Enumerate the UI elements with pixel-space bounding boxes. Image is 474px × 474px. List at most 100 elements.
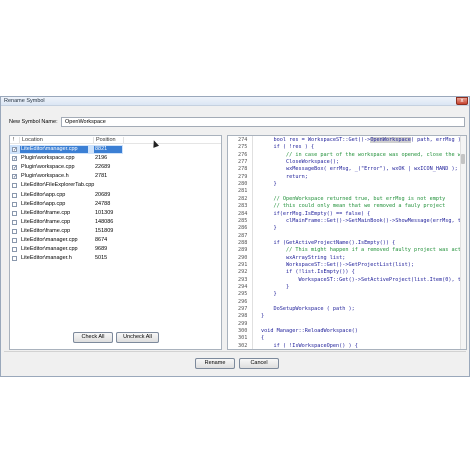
code-text: // this could only mean that we removed …: [261, 203, 445, 210]
row-location: Plugin\workspace.cpp: [21, 164, 75, 171]
code-segment: {: [261, 335, 265, 342]
rename-button[interactable]: Rename: [195, 358, 235, 369]
code-text: bool res = WorkspaceST::Get()->OpenWorks…: [261, 137, 464, 144]
row-checkbox[interactable]: ✓: [12, 147, 17, 153]
line-number: 291: [238, 261, 248, 268]
symbol-name-input[interactable]: OpenWorkspace: [61, 117, 465, 127]
row-checkbox[interactable]: [12, 247, 17, 253]
code-segment: }: [261, 291, 277, 298]
row-position: 5015: [95, 255, 108, 262]
symbol-highlight: OpenWorkspace: [370, 137, 411, 143]
line-number: 292: [238, 269, 248, 276]
code-segment: // This might happen if a removed faulty…: [261, 247, 467, 254]
code-segment: if (!list.IsEmpty()) {: [261, 269, 355, 276]
rename-symbol-dialog: Rename Symbol x New Symbol Name: OpenWor…: [0, 96, 470, 377]
scrollbar-thumb[interactable]: [461, 154, 465, 164]
row-location: LiteEditor\FileExplorerTab.cpp: [21, 182, 95, 189]
line-number: 280: [238, 181, 248, 188]
list-item[interactable]: LiteEditor\frame.cpp 148086: [10, 218, 123, 227]
row-location: LiteEditor\app.cpp: [21, 200, 66, 207]
row-location: Plugin\workspace.h: [21, 173, 69, 180]
code-text: }: [261, 313, 264, 320]
code-text: // This might happen if a removed faulty…: [261, 247, 467, 254]
code-text: }: [261, 181, 276, 188]
list-item[interactable]: ✓ Plugin\workspace.cpp 22689: [10, 163, 123, 172]
code-line: 290 wxArrayString list;: [228, 255, 460, 262]
line-number: 278: [238, 166, 248, 173]
row-checkbox[interactable]: [12, 183, 17, 189]
uncheck-all-button[interactable]: Uncheck All: [116, 332, 159, 343]
list-item[interactable]: LiteEditor\manager.cpp 9689: [10, 245, 123, 254]
code-text: if (GetActiveProjectName().IsEmpty()) {: [261, 240, 395, 247]
line-number: 282: [238, 195, 248, 202]
list-item[interactable]: ✓ Plugin\workspace.h 2781: [10, 172, 123, 181]
list-item[interactable]: ✓ LiteEditor\manager.cpp 8821: [10, 145, 123, 154]
header-flag[interactable]: !: [13, 136, 15, 144]
close-icon[interactable]: x: [456, 97, 468, 105]
line-number: 283: [238, 203, 248, 210]
code-text: WorkspaceST::Get()->GetProjectList(list)…: [261, 262, 414, 269]
code-line: 277 CloseWorkspace();: [228, 159, 460, 166]
row-position: 24788: [95, 200, 111, 207]
locations-list[interactable]: ! Location Position ✓ LiteEditor\manager.…: [9, 135, 222, 350]
code-line: 275 if ( !res ) {: [228, 144, 460, 151]
code-line: 302 if ( !IsWorkspaceOpen() ) {: [228, 343, 460, 349]
list-item[interactable]: LiteEditor\frame.cpp 151809: [10, 227, 123, 236]
code-preview[interactable]: 274 bool res = WorkspaceST::Get()->OpenW…: [227, 135, 467, 350]
list-item[interactable]: ✓ Plugin\workspace.cpp 2196: [10, 154, 123, 163]
row-checkbox[interactable]: [12, 256, 17, 262]
list-item[interactable]: LiteEditor\manager.cpp 8674: [10, 236, 123, 245]
row-location: LiteEditor\manager.cpp: [21, 237, 78, 243]
code-text: void Manager::ReloadWorkspace(): [261, 328, 358, 335]
row-position: 8674: [95, 237, 108, 243]
code-line: 300 void Manager::ReloadWorkspace(): [228, 328, 460, 335]
row-checkbox[interactable]: [12, 238, 17, 243]
row-checkbox[interactable]: [12, 192, 17, 198]
header-position[interactable]: Position: [96, 136, 116, 144]
code-line: 293 WorkspaceST::Get()->SetActiveProject…: [228, 277, 466, 284]
row-location: LiteEditor\manager.cpp: [21, 246, 78, 253]
header-location[interactable]: Location: [22, 136, 43, 144]
line-number: 287: [238, 232, 248, 239]
code-text: if ( !res ) {: [261, 144, 314, 151]
line-number: 277: [238, 159, 248, 166]
row-checkbox[interactable]: ✓: [12, 165, 17, 171]
code-segment: }: [261, 284, 290, 290]
row-position: 148086: [95, 218, 114, 225]
code-segment: WorkspaceST::Get()->GetProjectList(list)…: [261, 261, 415, 268]
row-checkbox[interactable]: [12, 219, 17, 225]
list-item[interactable]: LiteEditor\app.cpp 24788: [10, 200, 123, 209]
row-position: 2196: [95, 155, 108, 162]
row-location: LiteEditor\manager.cpp: [21, 146, 78, 152]
row-location: Plugin\workspace.cpp: [21, 155, 75, 162]
cancel-button[interactable]: Cancel: [239, 358, 279, 369]
code-line: 298}: [228, 313, 460, 320]
row-checkbox[interactable]: [12, 210, 17, 216]
list-item[interactable]: LiteEditor\FileExplorerTab.cpp: [10, 181, 123, 190]
row-checkbox[interactable]: [12, 228, 17, 234]
code-segment: if (GetActiveProjectName().IsEmpty()) {: [261, 239, 396, 246]
code-text: // OpenWorkspace returned true, but errM…: [261, 196, 445, 203]
code-text: if(errMsg.IsEmpty() == false) {: [261, 211, 370, 218]
row-checkbox[interactable]: [12, 201, 17, 207]
code-segment: // this could only mean that we removed …: [261, 203, 446, 210]
row-checkbox[interactable]: ✓: [12, 174, 17, 180]
line-number: 294: [238, 284, 248, 290]
line-number: 279: [238, 173, 248, 180]
row-location: LiteEditor\frame.cpp: [21, 209, 71, 216]
window-title: Rename Symbol: [4, 98, 45, 104]
code-line: 297 DoSetupWorkspace ( path );: [228, 306, 460, 313]
row-checkbox[interactable]: ✓: [12, 156, 17, 162]
line-number: 275: [238, 144, 248, 151]
code-line: 301 {: [228, 335, 460, 342]
vertical-scrollbar[interactable]: [460, 136, 466, 349]
check-all-button[interactable]: Check All: [73, 332, 113, 343]
line-number: 297: [238, 306, 248, 313]
header-separator: [93, 137, 94, 143]
list-item[interactable]: LiteEditor\manager.h 5015: [10, 254, 123, 263]
list-item[interactable]: LiteEditor\frame.cpp 101309: [10, 209, 123, 218]
list-item[interactable]: LiteEditor\app.cpp 20689: [10, 191, 123, 200]
code-text: // in case part of the workspace was ope…: [261, 152, 466, 159]
code-line: 299: [228, 321, 460, 328]
code-segment: if(errMsg.IsEmpty() == false) {: [261, 210, 371, 217]
